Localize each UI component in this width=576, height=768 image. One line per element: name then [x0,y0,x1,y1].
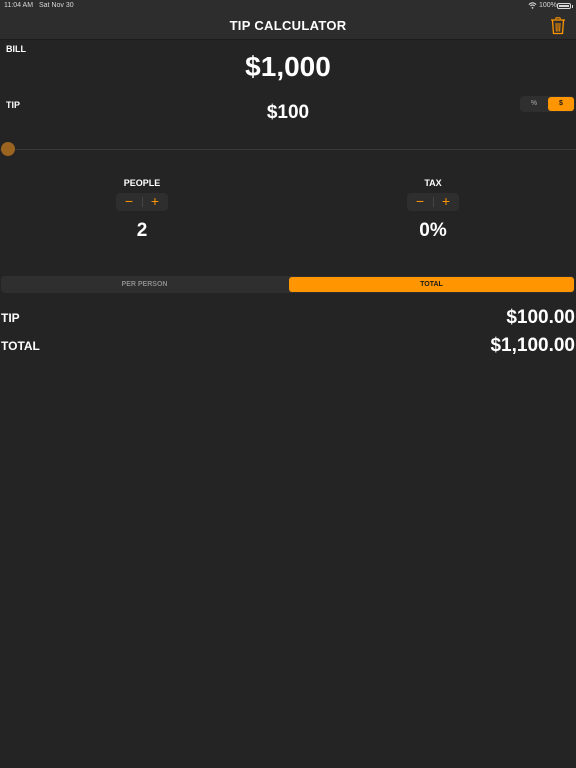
tip-amount: $100 [266,102,310,123]
tax-group: TAX − + [405,178,461,211]
bill-amount-input[interactable]: $1,000 [0,51,576,83]
tip-slider[interactable] [0,141,576,157]
people-stepper: − + [116,193,168,211]
tax-decrement-button[interactable]: − [407,193,433,211]
battery-icon [557,3,571,9]
wifi-icon [528,2,537,9]
tip-mode-percent[interactable]: % [521,97,547,111]
tax-percentage: 0% [419,220,447,241]
people-decrement-button[interactable]: − [116,193,142,211]
total-result-value: $1,100.00 [490,335,575,356]
battery-percentage: 100% [539,2,557,9]
status-bar: 11:04 AM Sat Nov 30 100% [0,0,576,12]
tip-result-value: $100.00 [506,307,575,328]
page-title: TIP CALCULATOR [229,18,347,33]
status-time: 11:04 AM [4,2,34,9]
tax-stepper: − + [407,193,459,211]
view-toggle-segmented-control: PER PERSON TOTAL [1,276,575,293]
people-group: PEOPLE − + [114,178,170,211]
tip-mode-segmented-control: % $ [520,96,575,112]
tip-slider-thumb[interactable] [1,142,15,156]
status-date: Sat Nov 30 [39,2,74,9]
tax-increment-button[interactable]: + [433,193,459,211]
total-result-label: TOTAL [1,339,40,353]
tip-result-label: TIP [1,311,20,325]
tip-mode-dollar[interactable]: $ [548,97,574,111]
battery-tip [572,5,573,8]
navigation-bar: TIP CALCULATOR [0,12,576,40]
people-increment-button[interactable]: + [142,193,168,211]
tab-per-person[interactable]: PER PERSON [2,277,287,292]
tip-slider-track [0,149,576,150]
people-label: PEOPLE [123,178,161,188]
trash-icon[interactable] [550,17,566,35]
people-count: 2 [136,220,148,241]
tax-label: TAX [424,178,442,188]
tab-total[interactable]: TOTAL [289,277,574,292]
